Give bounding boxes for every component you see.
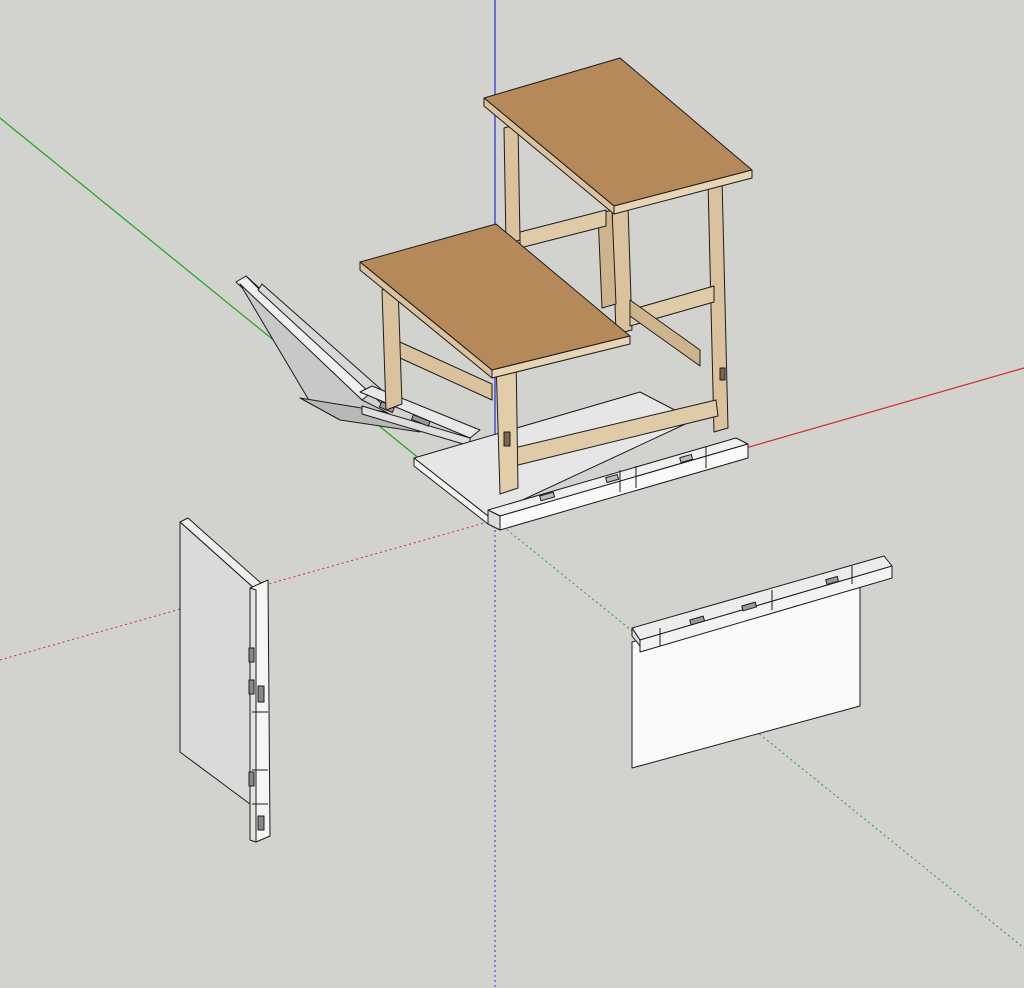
mortise-slot — [503, 431, 511, 447]
viewport-canvas[interactable] — [0, 0, 1024, 988]
back-left-leg — [503, 123, 521, 245]
mortise-slot — [719, 367, 726, 381]
front-left-leg — [381, 285, 403, 411]
model-viewport[interactable] — [0, 0, 1024, 988]
